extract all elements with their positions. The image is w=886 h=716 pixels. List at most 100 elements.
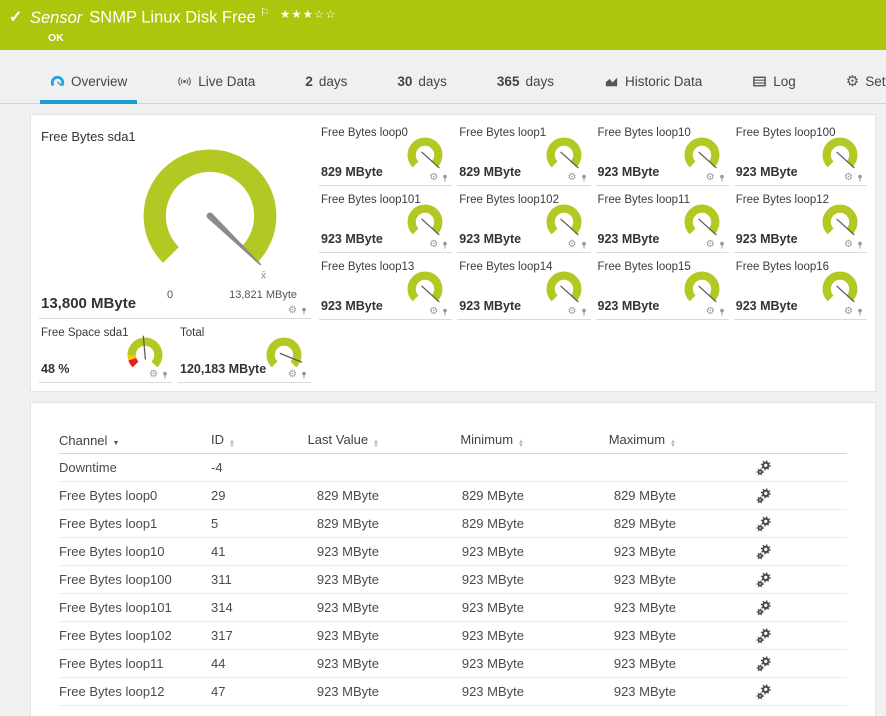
log-icon (752, 74, 767, 89)
table-row: Free Bytes loop1 5 829 MByte 829 MByte 8… (59, 510, 847, 538)
tab-historic-data[interactable]: Historic Data (594, 60, 712, 103)
gear-icon[interactable]: ⚙ (844, 173, 853, 183)
col-header-minimum[interactable]: Minimum▲▼ (379, 432, 524, 449)
tab-overview[interactable]: Overview (40, 60, 137, 103)
channel-settings-icon[interactable] (756, 656, 772, 672)
sort-desc-icon: ▼ (112, 440, 119, 447)
gear-icon[interactable]: ⚙ (429, 307, 438, 317)
status-badge: OK (48, 32, 64, 44)
gear-icon[interactable]: ⚙ (706, 173, 715, 183)
cell-maximum: 923 MByte (524, 572, 676, 587)
object-kind: Sensor (30, 9, 82, 27)
priority-stars[interactable]: ★★★☆☆ (280, 7, 337, 21)
cell-channel: Downtime (59, 460, 211, 475)
col-header-last-value[interactable]: Last Value▲▼ (301, 432, 379, 449)
pin-icon[interactable] (580, 240, 588, 250)
gauge-cell: Free Bytes loop101 923 MByte ⚙ (319, 190, 452, 253)
gauge-value: 829 MByte (459, 165, 521, 179)
channel-settings-icon[interactable] (756, 544, 772, 560)
col-header-maximum[interactable]: Maximum▲▼ (524, 432, 676, 449)
col-header-channel[interactable]: Channel▼ (59, 433, 211, 448)
gauge-icon (50, 74, 65, 89)
mean-marker: x̄ (261, 271, 266, 282)
table-row: Free Bytes loop11 44 923 MByte 923 MByte… (59, 650, 847, 678)
cell-minimum: 829 MByte (379, 488, 524, 503)
gauge-title: Free Bytes loop10 (598, 127, 691, 139)
gauge-title: Free Bytes loop14 (459, 261, 552, 273)
gauge-title: Free Bytes loop0 (321, 127, 408, 139)
pin-icon[interactable] (856, 240, 864, 250)
gear-icon[interactable]: ⚙ (568, 307, 577, 317)
pin-icon[interactable] (718, 240, 726, 250)
gear-icon[interactable]: ⚙ (568, 173, 577, 183)
pin-icon[interactable] (580, 307, 588, 317)
gauge-cell: Free Bytes loop1 829 MByte ⚙ (457, 123, 590, 186)
tab-2-days[interactable]: 2 days (295, 60, 357, 103)
pin-icon[interactable] (856, 173, 864, 183)
gauge-cell: Free Space sda1 48 % ⚙ (39, 323, 172, 383)
flag-icon[interactable]: ⚐ (260, 7, 270, 19)
channel-settings-icon[interactable] (756, 572, 772, 588)
gauge-value: 923 MByte (598, 165, 660, 179)
cell-id: 41 (211, 544, 301, 559)
cell-minimum: 923 MByte (379, 656, 524, 671)
tab-label: days (319, 74, 348, 89)
table-row: Free Bytes loop10 41 923 MByte 923 MByte… (59, 538, 847, 566)
pin-icon[interactable] (580, 173, 588, 183)
col-header-id[interactable]: ID▲▼ (211, 432, 301, 449)
cell-last-value: 923 MByte (301, 572, 379, 587)
cell-channel: Free Bytes loop1 (59, 516, 211, 531)
tab-settings[interactable]: ⚙ Settings (836, 60, 886, 103)
gear-icon[interactable]: ⚙ (844, 240, 853, 250)
gauge-title: Free Bytes loop12 (736, 194, 829, 206)
pin-icon[interactable] (441, 173, 449, 183)
cell-last-value: 923 MByte (301, 628, 379, 643)
pin-icon[interactable] (300, 306, 308, 316)
gear-icon[interactable]: ⚙ (288, 370, 297, 380)
gauge-value: 829 MByte (321, 165, 383, 179)
pin-icon[interactable] (718, 307, 726, 317)
gear-icon[interactable]: ⚙ (429, 173, 438, 183)
gauge-cell: Free Bytes loop15 923 MByte ⚙ (596, 257, 729, 320)
tab-log[interactable]: Log (742, 60, 806, 103)
cell-maximum: 923 MByte (524, 684, 676, 699)
gauge-title: Total (180, 327, 204, 339)
cell-maximum: 923 MByte (524, 628, 676, 643)
gauge-cell: Free Bytes loop11 923 MByte ⚙ (596, 190, 729, 253)
gear-icon[interactable]: ⚙ (429, 240, 438, 250)
channel-settings-icon[interactable] (756, 488, 772, 504)
gauge-title: Free Bytes loop16 (736, 261, 829, 273)
channel-settings-icon[interactable] (756, 516, 772, 532)
gauges-panel: Free Bytes sda1 x̄ 0 13,821 MByte 13,800… (30, 114, 876, 392)
cell-id: 317 (211, 628, 301, 643)
channel-settings-icon[interactable] (756, 460, 772, 476)
channel-settings-icon[interactable] (756, 600, 772, 616)
cell-minimum: 923 MByte (379, 572, 524, 587)
channel-settings-icon[interactable] (756, 684, 772, 700)
pin-icon[interactable] (161, 370, 169, 380)
gear-icon[interactable]: ⚙ (844, 307, 853, 317)
pin-icon[interactable] (441, 307, 449, 317)
gauge-value: 48 % (41, 362, 70, 376)
tab-30-days[interactable]: 30 days (387, 60, 457, 103)
tab-365-days[interactable]: 365 days (487, 60, 564, 103)
pin-icon[interactable] (441, 240, 449, 250)
gear-icon[interactable]: ⚙ (706, 240, 715, 250)
gear-icon[interactable]: ⚙ (568, 240, 577, 250)
pin-icon[interactable] (718, 173, 726, 183)
tab-live-data[interactable]: Live Data (167, 60, 265, 103)
table-row: Downtime -4 (59, 454, 847, 482)
channel-settings-icon[interactable] (756, 628, 772, 644)
table-row: Free Bytes loop102 317 923 MByte 923 MBy… (59, 622, 847, 650)
gauge-title: Free Space sda1 (41, 327, 129, 339)
gauge-cell: Total 120,183 MByte ⚙ (178, 323, 311, 383)
gear-icon[interactable]: ⚙ (149, 370, 158, 380)
cell-minimum: 923 MByte (379, 628, 524, 643)
pin-icon[interactable] (300, 370, 308, 380)
gear-icon[interactable]: ⚙ (706, 307, 715, 317)
cell-last-value: 923 MByte (301, 600, 379, 615)
status-ok-check-icon: ✓ (9, 7, 22, 27)
pin-icon[interactable] (856, 307, 864, 317)
gear-icon[interactable]: ⚙ (288, 306, 297, 316)
bottom-gauge-row: Free Space sda1 48 % ⚙ Total 120,183 MB (39, 323, 311, 383)
